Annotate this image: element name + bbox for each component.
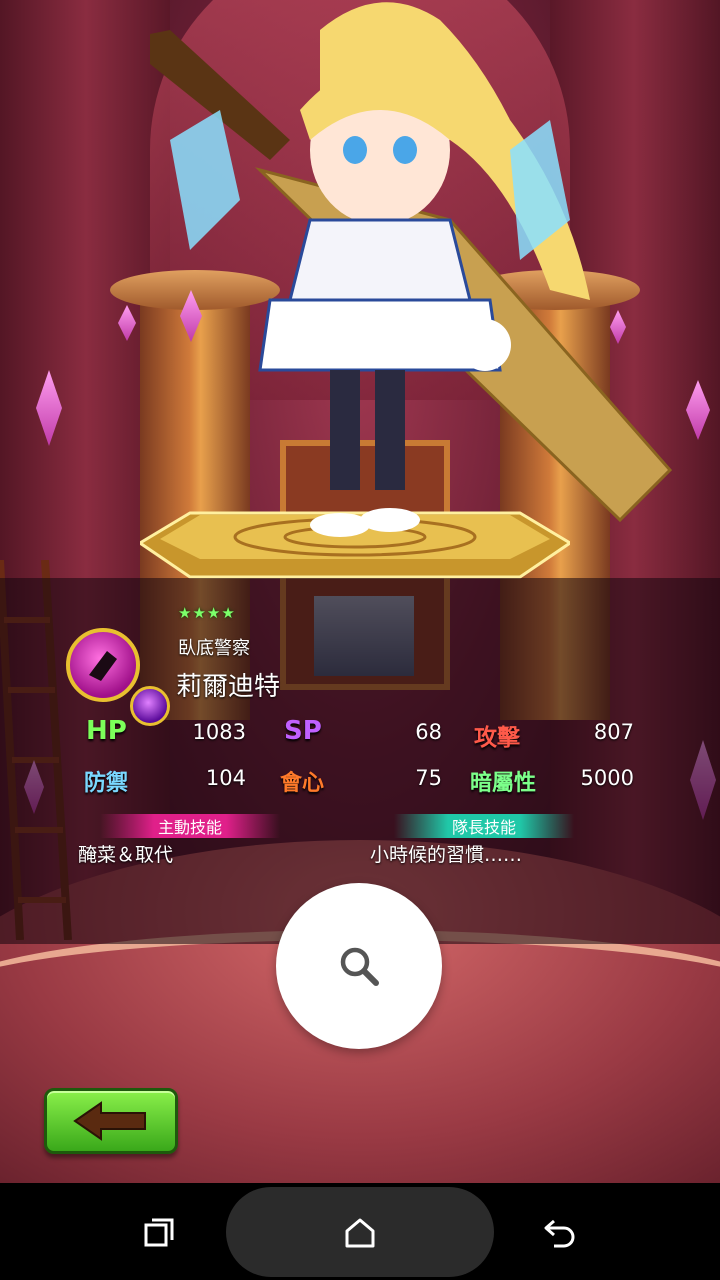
attribute-label: 暗屬性 xyxy=(470,771,537,796)
sp-label: SP xyxy=(284,716,322,746)
critical-value: 75 xyxy=(415,766,442,790)
character-figure xyxy=(150,2,673,537)
home-button[interactable] xyxy=(330,1203,390,1263)
leader-skill-name: 小時候的習慣…… xyxy=(370,844,523,866)
leader-skill-header: 隊長技能 xyxy=(394,814,574,838)
rarity-stars: ★★★★ xyxy=(178,604,236,622)
defense-label: 防禦 xyxy=(84,771,129,796)
back-button[interactable] xyxy=(44,1088,178,1154)
critical-label: 會心 xyxy=(280,771,325,796)
character-title: 臥底警察 xyxy=(178,638,250,659)
nav-back-button[interactable] xyxy=(530,1203,590,1263)
sp-value: 68 xyxy=(415,720,442,744)
hp-value: 1083 xyxy=(192,720,246,744)
active-skill-header: 主動技能 xyxy=(100,814,280,838)
hp-label: HP xyxy=(86,716,127,746)
left-arrow-icon xyxy=(73,1101,146,1141)
back-icon xyxy=(544,1219,575,1248)
skill-type-badge xyxy=(66,628,140,702)
recent-apps-button[interactable] xyxy=(130,1203,190,1263)
attribute-value: 5000 xyxy=(580,766,634,790)
skill-icon xyxy=(89,651,117,681)
character-name: 莉爾迪特 xyxy=(176,672,281,702)
attack-value: 807 xyxy=(593,720,634,744)
magnifier-icon xyxy=(340,947,379,986)
home-icon xyxy=(345,1218,375,1248)
zoom-button[interactable] xyxy=(276,883,442,1049)
active-skill-name: 醃菜＆取代 xyxy=(78,844,174,866)
recent-apps-icon xyxy=(144,1218,174,1247)
defense-value: 104 xyxy=(205,766,246,790)
attack-label: 攻擊 xyxy=(474,725,520,751)
